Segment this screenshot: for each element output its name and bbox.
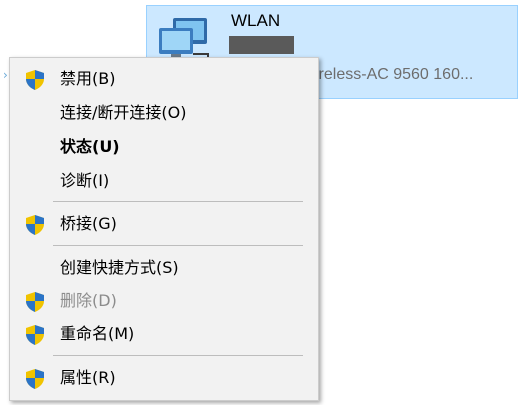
uac-shield-icon	[26, 292, 44, 312]
menu-separator	[53, 355, 303, 356]
menu-item-label: 重命名(M)	[60, 324, 135, 343]
adapter-description: ireless-AC 9560 160...	[315, 66, 474, 83]
menu-item-label: 禁用(B)	[60, 69, 116, 88]
uac-shield-icon	[26, 325, 44, 345]
menu-item-label: 桥接(G)	[60, 214, 117, 233]
menu-item-rename[interactable]: 重命名(M)	[10, 317, 318, 350]
menu-item-label: 删除(D)	[60, 291, 117, 310]
menu-separator	[53, 245, 303, 246]
menu-item-delete: 删除(D)	[10, 284, 318, 317]
menu-item-label: 诊断(I)	[60, 171, 110, 190]
menu-item-label: 连接/断开连接(O)	[60, 103, 187, 122]
menu-item-label: 属性(R)	[60, 368, 116, 387]
context-menu: 禁用(B) 连接/断开连接(O) 状态(U) 诊断(I) 桥接(G) 创建快捷方…	[9, 57, 319, 401]
redacted-status	[229, 36, 294, 54]
menu-separator	[53, 201, 303, 202]
menu-item-properties[interactable]: 属性(R)	[10, 361, 318, 394]
menu-item-label: 创建快捷方式(S)	[60, 258, 179, 277]
menu-item-status[interactable]: 状态(U)	[10, 130, 318, 163]
uac-shield-icon	[26, 70, 44, 90]
network-connections-window: › WLAN ireless-AC 9560 160... 禁用(B) 连接/断…	[0, 0, 523, 405]
menu-item-diagnose[interactable]: 诊断(I)	[10, 164, 318, 197]
uac-shield-icon	[26, 369, 44, 389]
menu-item-disable[interactable]: 禁用(B)	[10, 62, 318, 95]
menu-item-label: 状态(U)	[60, 137, 120, 156]
menu-item-create-shortcut[interactable]: 创建快捷方式(S)	[10, 251, 318, 284]
uac-shield-icon	[26, 215, 44, 235]
adapter-name: WLAN	[231, 11, 281, 30]
menu-item-connect-disconnect[interactable]: 连接/断开连接(O)	[10, 96, 318, 129]
menu-item-bridge[interactable]: 桥接(G)	[10, 207, 318, 240]
